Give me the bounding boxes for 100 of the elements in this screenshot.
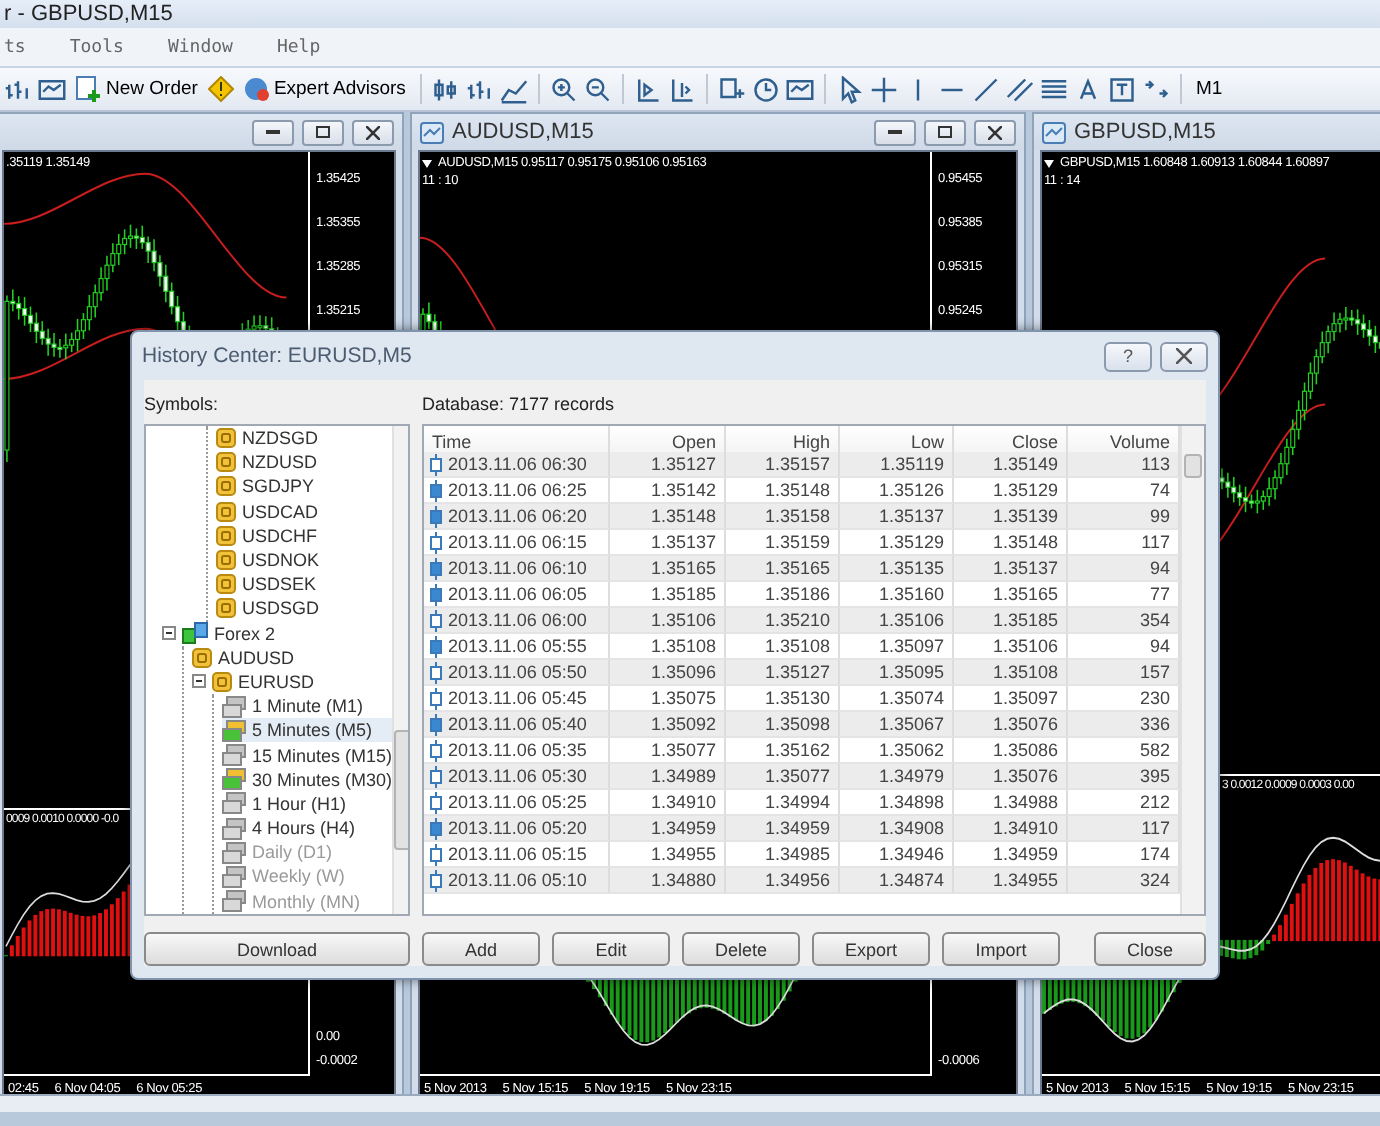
template-icon[interactable] (38, 75, 66, 103)
table-cell: 2013.11.06 05:10 (448, 867, 587, 893)
caret-icon[interactable] (422, 159, 432, 167)
caret-icon[interactable] (1044, 159, 1054, 167)
download-button[interactable]: Download (144, 932, 410, 966)
dialog-button[interactable]: Edit (552, 932, 670, 966)
candles-icon[interactable] (431, 75, 460, 103)
maximize-button[interactable] (302, 119, 344, 145)
table-cell: 395 (1068, 764, 1180, 790)
cubes-icon (182, 622, 208, 645)
new-order-button[interactable]: New Order (72, 72, 202, 106)
filled-candle-icon (430, 505, 442, 527)
maximize-button[interactable] (924, 119, 966, 145)
tree-item[interactable]: EURUSD (192, 669, 393, 695)
table-cell: 1.34989 (610, 764, 726, 790)
table-cell: 1.35076 (954, 764, 1068, 790)
coin-icon (216, 574, 236, 595)
bar-chart-icon[interactable] (4, 75, 32, 103)
coin-icon (212, 671, 232, 692)
tree-item[interactable]: NZDSGD (216, 426, 393, 451)
table-cell: 1.35106 (840, 608, 954, 634)
table-cell: 2013.11.06 06:15 (448, 529, 587, 555)
table-cell: 2013.11.06 05:55 (448, 633, 587, 659)
table-cell: 1.35095 (840, 660, 954, 686)
template-icon[interactable] (785, 75, 814, 103)
tree-item[interactable]: Forex 2 (162, 621, 393, 646)
shift-icon[interactable] (667, 75, 696, 103)
label-icon[interactable] (1107, 75, 1136, 103)
menu-item[interactable]: ts (4, 37, 26, 57)
hollow-candle-icon (430, 609, 442, 631)
tree-item[interactable]: AUDUSD (192, 645, 393, 670)
table-cell: 113 (1068, 452, 1180, 478)
table-cell: 1.34959 (610, 816, 726, 842)
minimize-button[interactable] (252, 119, 294, 145)
tree-item[interactable]: 5 Minutes (M5) (222, 718, 393, 743)
expand-toggle[interactable] (162, 626, 176, 641)
hollow-candle-icon (430, 687, 442, 709)
close-button[interactable] (1160, 341, 1208, 371)
clock-icon[interactable] (751, 75, 780, 103)
minimize-button[interactable] (874, 119, 916, 145)
table-cell: 1.35210 (726, 608, 840, 634)
table-cell: 2013.11.06 06:00 (448, 607, 587, 633)
tree-item[interactable]: USDCHF (216, 523, 393, 548)
hollow-candle-icon (430, 661, 442, 683)
tree-item[interactable]: USDSEK (216, 572, 393, 597)
expand-toggle[interactable] (192, 674, 206, 689)
hollow-candle-icon (430, 739, 442, 761)
filled-candle-icon (430, 635, 442, 657)
timeframe-button[interactable]: M1 (1191, 72, 1227, 106)
dialog-title: History Center: EURUSD,M5 (142, 344, 412, 368)
tree-item[interactable]: USDCAD (216, 499, 393, 524)
help-button[interactable]: ? (1104, 341, 1152, 371)
tree-item[interactable]: 1 Hour (H1) (222, 791, 393, 816)
table-cell: 1.35127 (610, 452, 726, 478)
bar-chart-icon[interactable] (465, 75, 494, 103)
table-cell: 1.35076 (954, 712, 1068, 738)
dialog-button[interactable]: Export (812, 932, 930, 966)
expert-advisors-button[interactable]: Expert Advisors (239, 72, 410, 106)
scrollbar[interactable] (392, 426, 408, 914)
table-cell: 1.35098 (726, 712, 840, 738)
menu-item[interactable]: Help (276, 37, 321, 57)
table-cell: 1.35137 (954, 556, 1068, 582)
dialog-button[interactable]: Close (1094, 932, 1206, 966)
tree-item[interactable]: 1 Minute (M1) (222, 694, 393, 719)
trend-line-icon[interactable] (971, 75, 1000, 103)
table-cell: 1.35108 (954, 660, 1068, 686)
tree-item[interactable]: SGDJPY (216, 474, 393, 500)
close-button[interactable] (352, 119, 394, 145)
dialog-button[interactable]: Add (422, 932, 540, 966)
tree-item[interactable]: 15 Minutes (M15) (222, 742, 393, 768)
scroll-icon[interactable] (633, 75, 662, 103)
line-chart-icon[interactable] (499, 75, 528, 103)
tree-item[interactable]: 4 Hours (H4) (222, 816, 393, 841)
tree-item[interactable]: USDSGD (216, 596, 393, 621)
filled-candle-icon (430, 583, 442, 605)
tree-item[interactable]: 30 Minutes (M30) (222, 767, 393, 792)
fibonacci-icon[interactable] (1039, 75, 1068, 103)
close-button[interactable] (974, 119, 1016, 145)
table-cell: 1.35139 (954, 504, 1068, 530)
dialog-button[interactable]: Import (942, 932, 1060, 966)
table-cell: 336 (1068, 712, 1180, 738)
coin-icon (216, 452, 236, 473)
menu-item[interactable]: Window (167, 37, 233, 57)
zoom-out-icon[interactable] (583, 75, 612, 103)
warning-icon[interactable] (207, 76, 234, 102)
table-cell: 2013.11.06 06:25 (448, 477, 587, 503)
scrollbar[interactable] (1180, 426, 1204, 914)
crosshair-icon[interactable] (869, 75, 898, 103)
table-cell: 2013.11.06 05:15 (448, 841, 587, 867)
tree-item[interactable]: NZDUSD (216, 450, 393, 475)
zoom-in-icon[interactable] (549, 75, 578, 103)
menu-item[interactable]: Tools (69, 37, 124, 57)
add-chart-icon[interactable] (717, 75, 746, 103)
arrows-icon[interactable] (1141, 75, 1170, 103)
tree-item[interactable]: USDNOK (216, 547, 393, 573)
dialog-button[interactable]: Delete (682, 932, 800, 966)
table-cell: 1.34880 (610, 868, 726, 894)
table-cell: 1.34910 (954, 816, 1068, 842)
channel-icon[interactable] (1005, 75, 1034, 103)
table-cell: 2013.11.06 05:30 (448, 763, 587, 789)
